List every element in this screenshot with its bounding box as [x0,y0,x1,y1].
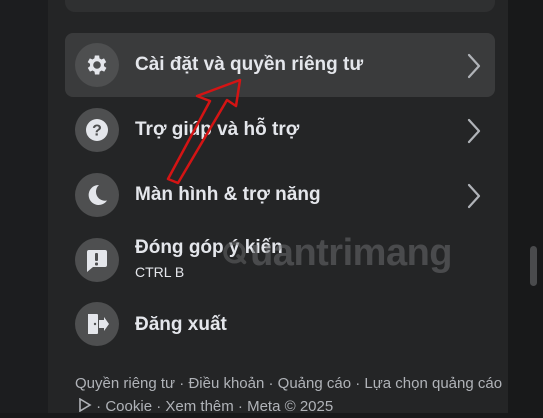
logout-icon [75,302,119,346]
menu-item-help-support[interactable]: ? Trợ giúp và hỗ trợ [65,98,495,162]
chevron-right-icon [467,118,481,144]
footer-separator: · [92,398,106,415]
footer-link-more[interactable]: Xem thêm [165,398,233,415]
moon-icon [75,173,119,217]
gear-icon [75,43,119,87]
menu-item-display-accessibility[interactable]: Màn hình & trợ năng [65,163,495,227]
menu-item-label: Cài đặt và quyền riêng tư [135,54,364,75]
right-background [508,0,543,413]
svg-text:?: ? [92,123,102,140]
scrollbar[interactable] [530,246,537,286]
menu-item-label: Màn hình & trợ năng [135,184,321,205]
menu-item-log-out[interactable]: Đăng xuất [65,292,495,356]
footer-copyright: Meta © 2025 [247,398,334,415]
footer-separator: · [233,398,248,415]
adchoices-icon [75,397,92,415]
watermark-logo-icon [223,241,247,265]
footer-separator: · [264,375,278,392]
footer-link-cookies[interactable]: Cookie [105,398,152,415]
footer-link-terms[interactable]: Điều khoản [188,375,264,392]
menu-item-label: Trợ giúp và hỗ trợ [135,119,300,140]
left-background [0,0,48,413]
chevron-right-icon [467,183,481,209]
keyboard-shortcut: CTRL B [135,264,185,280]
footer-link-privacy[interactable]: Quyền riêng tư [75,375,175,392]
question-icon: ? [75,108,119,152]
footer-separator: · [351,375,365,392]
profile-card-bottom [65,0,495,12]
footer-link-ad-choices[interactable]: Lựa chọn quảng cáo [364,375,502,392]
watermark-text: uantrimang [250,231,452,274]
menu-item-settings-privacy[interactable]: Cài đặt và quyền riêng tư [65,33,495,97]
watermark: uantrimang [222,228,452,278]
feedback-icon [75,238,119,282]
chevron-right-icon [467,53,481,79]
footer-links: Quyền riêng tư · Điều khoản · Quảng cáo … [75,372,502,418]
footer-link-ads[interactable]: Quảng cáo [278,375,351,392]
footer-separator: · [152,398,166,415]
menu-item-label: Đăng xuất [135,314,227,335]
footer-separator: · [175,375,189,392]
